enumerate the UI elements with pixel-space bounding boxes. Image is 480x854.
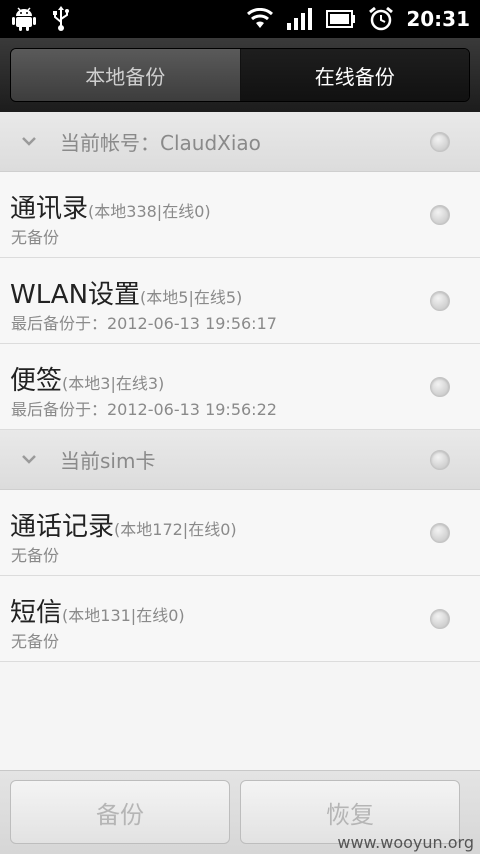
item-select-radio[interactable] (430, 291, 450, 311)
item-title: 短信 (10, 598, 63, 628)
tab-segment: 本地备份 在线备份 (10, 48, 470, 102)
signal-icon (287, 8, 313, 30)
list-item[interactable]: 短信(本地131|在线0) 无备份 (0, 576, 480, 662)
section-select-radio[interactable] (430, 132, 450, 152)
item-title: 通讯录 (10, 194, 89, 224)
item-title: WLAN设置 (10, 280, 141, 310)
item-title-line: 便签(本地3|在线3) (10, 360, 164, 397)
item-title-line: 短信(本地131|在线0) (10, 592, 185, 629)
item-counts: (本地3|在线3) (62, 374, 165, 393)
item-status: 最后备份于：2012-06-13 19:56:17 (11, 314, 277, 333)
clock-time: 20:31 (406, 7, 470, 31)
section-label: 当前帐号：ClaudXiao (60, 131, 261, 155)
item-title-line: WLAN设置(本地5|在线5) (10, 274, 242, 311)
item-status: 无备份 (11, 632, 60, 651)
tab-bar: 本地备份 在线备份 (0, 38, 480, 112)
section-header-account[interactable]: 当前帐号：ClaudXiao (0, 112, 480, 172)
section-header-sim[interactable]: 当前sim卡 (0, 430, 480, 490)
item-status: 无备份 (11, 546, 60, 565)
tab-local-backup[interactable]: 本地备份 (11, 49, 241, 101)
android-icon (12, 7, 36, 31)
list-item[interactable]: 通话记录(本地172|在线0) 无备份 (0, 490, 480, 576)
battery-icon (326, 10, 356, 28)
item-select-radio[interactable] (430, 377, 450, 397)
item-title: 便签 (10, 366, 63, 396)
item-status: 最后备份于：2012-06-13 19:56:22 (11, 400, 277, 419)
list-item[interactable]: WLAN设置(本地5|在线5) 最后备份于：2012-06-13 19:56:1… (0, 258, 480, 344)
item-counts: (本地131|在线0) (62, 606, 185, 625)
item-select-radio[interactable] (430, 205, 450, 225)
tab-online-backup[interactable]: 在线备份 (240, 49, 469, 101)
item-select-radio[interactable] (430, 523, 450, 543)
list-item[interactable]: 通讯录(本地338|在线0) 无备份 (0, 172, 480, 258)
item-title-line: 通讯录(本地338|在线0) (10, 188, 211, 225)
item-counts: (本地338|在线0) (88, 202, 211, 221)
backup-list: 当前帐号：ClaudXiao 通讯录(本地338|在线0) 无备份 WLAN设置… (0, 112, 480, 662)
item-status: 无备份 (11, 228, 60, 247)
item-title-line: 通话记录(本地172|在线0) (10, 506, 237, 543)
alarm-icon (369, 6, 394, 31)
list-item[interactable]: 便签(本地3|在线3) 最后备份于：2012-06-13 19:56:22 (0, 344, 480, 430)
item-counts: (本地5|在线5) (140, 288, 243, 307)
chevron-down-icon (22, 455, 36, 464)
chevron-down-icon (22, 137, 36, 146)
item-title: 通话记录 (10, 512, 115, 542)
watermark: www.wooyun.org (337, 833, 474, 852)
section-select-radio[interactable] (430, 450, 450, 470)
usb-icon (53, 6, 69, 31)
item-select-radio[interactable] (430, 609, 450, 629)
backup-button[interactable]: 备份 (10, 780, 230, 844)
status-right-icons: 20:31 (246, 0, 470, 38)
status-left-icons (12, 6, 70, 32)
section-label: 当前sim卡 (60, 449, 156, 473)
wifi-icon (247, 8, 274, 28)
item-counts: (本地172|在线0) (114, 520, 237, 539)
status-bar: 20:31 (0, 0, 480, 38)
